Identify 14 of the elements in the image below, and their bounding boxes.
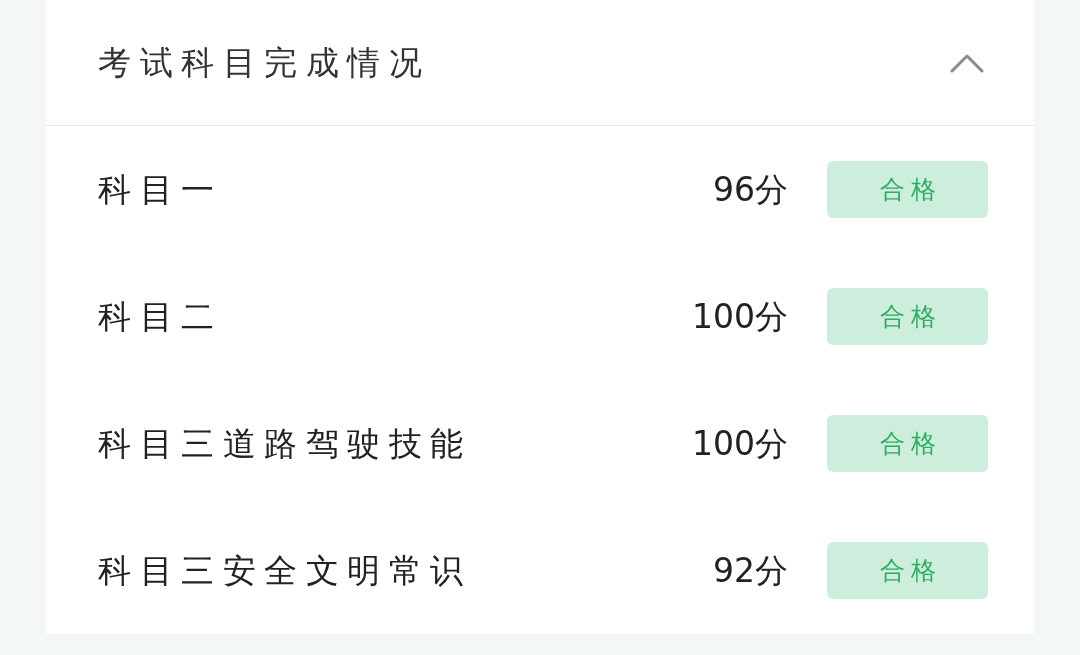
subject-name: 科目二 [98, 295, 224, 338]
result-tag: 合格 [827, 542, 988, 599]
chevron-icon[interactable] [950, 52, 984, 73]
section-title: 考试科目完成情况 [98, 41, 431, 84]
result-tag: 合格 [827, 288, 988, 345]
result-tag: 合格 [827, 415, 988, 472]
score-text: 100分 [692, 295, 788, 338]
result-tag: 合格 [827, 161, 988, 218]
subject-name: 科目三安全文明常识 [98, 549, 473, 592]
score-text: 92分 [713, 549, 788, 592]
subject-name: 科目一 [98, 168, 224, 211]
subject-name: 科目三道路驾驶技能 [98, 422, 473, 465]
score-text: 100分 [692, 422, 788, 465]
score-text: 96分 [713, 168, 788, 211]
